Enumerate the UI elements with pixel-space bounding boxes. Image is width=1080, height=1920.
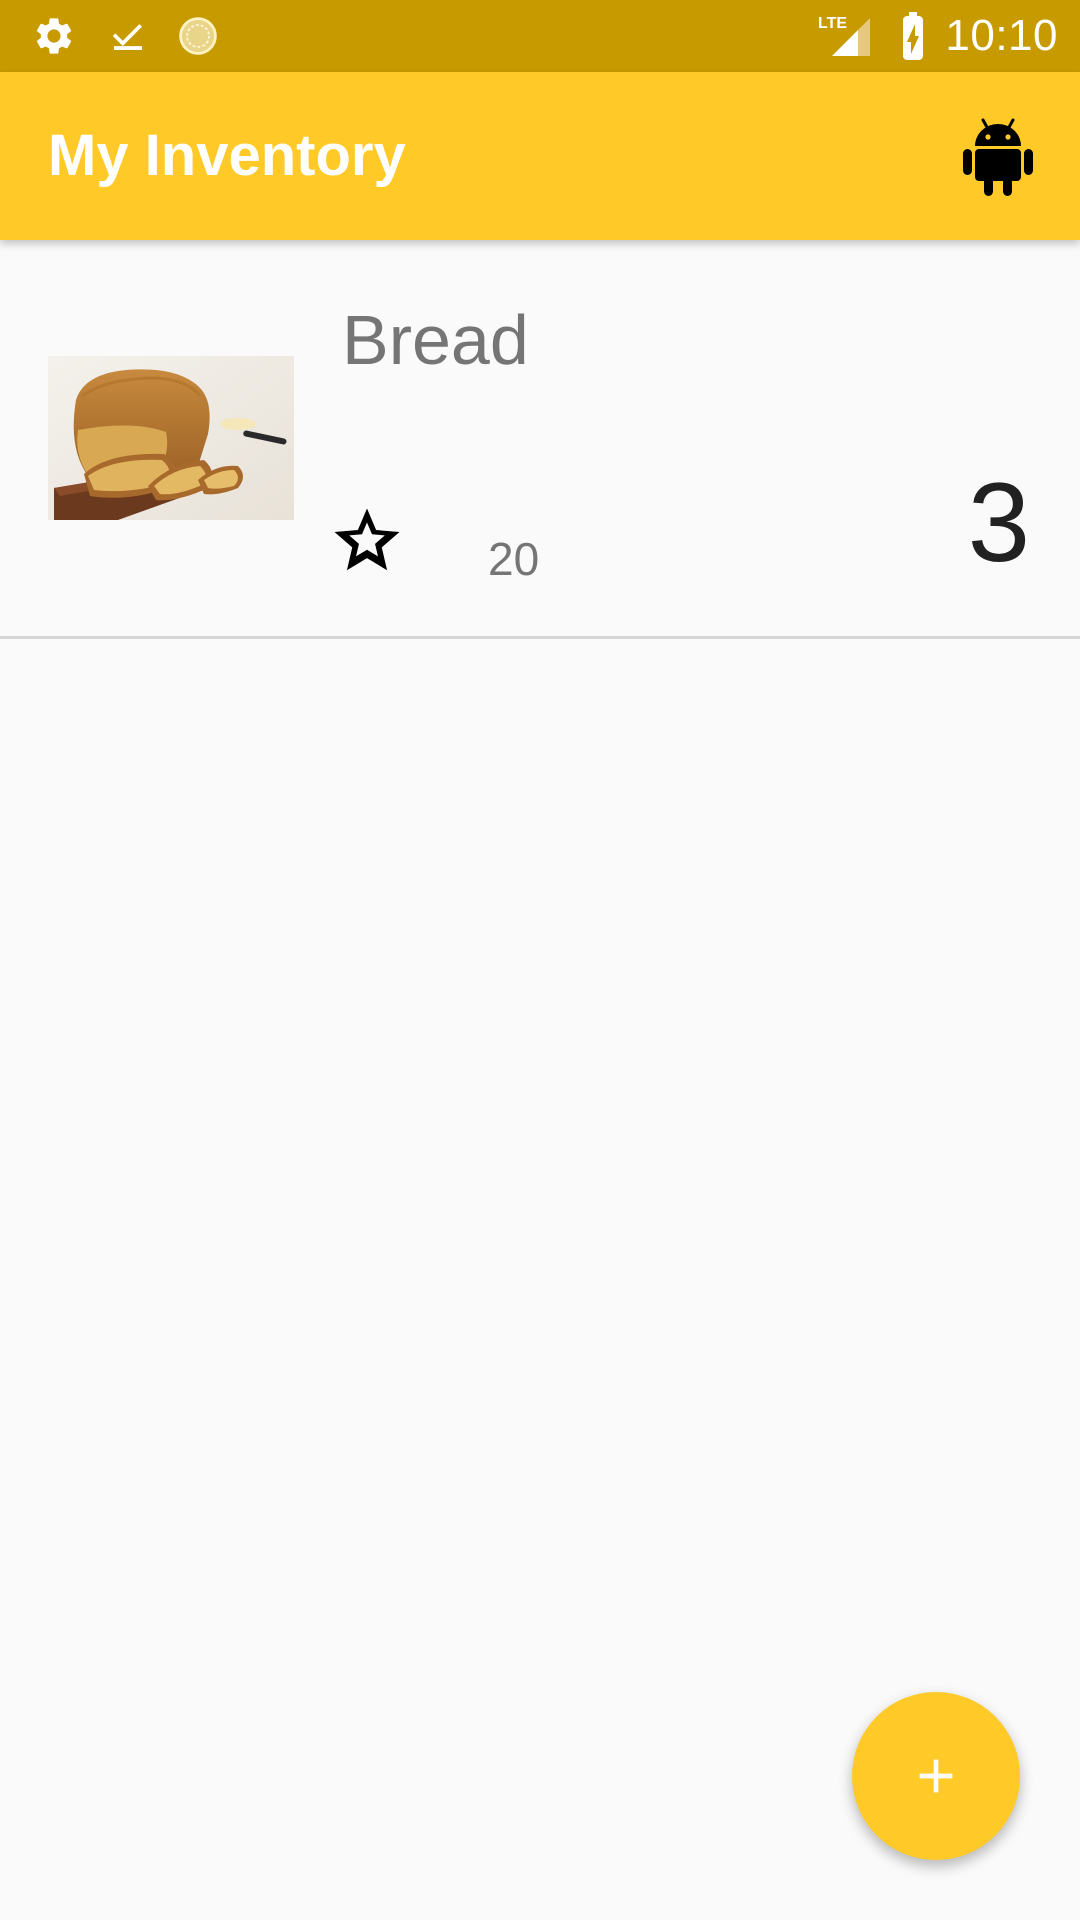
download-done-icon bbox=[104, 0, 152, 72]
status-bar: LTE 10:10 bbox=[0, 0, 1080, 72]
battery-charging-icon bbox=[898, 0, 928, 72]
list-item[interactable]: Bread 20 3 bbox=[0, 240, 1080, 639]
item-thumbnail bbox=[48, 356, 294, 520]
svg-text:LTE: LTE bbox=[818, 15, 847, 32]
page-title: My Inventory bbox=[48, 123, 406, 188]
android-icon bbox=[963, 118, 1033, 196]
add-item-button[interactable] bbox=[852, 1692, 1020, 1860]
item-quantity: 3 bbox=[967, 460, 1030, 585]
plus-icon bbox=[919, 1759, 953, 1793]
item-name: Bread bbox=[342, 301, 529, 379]
android-action-button[interactable] bbox=[960, 116, 1036, 196]
app-bar: My Inventory bbox=[0, 72, 1080, 240]
lte-signal-icon: LTE bbox=[818, 0, 874, 72]
sync-circle-icon bbox=[174, 0, 222, 72]
star-outline-icon[interactable] bbox=[328, 502, 406, 580]
settings-icon bbox=[30, 0, 78, 72]
item-price: 20 bbox=[488, 533, 540, 585]
status-time: 10:10 bbox=[945, 11, 1058, 60]
